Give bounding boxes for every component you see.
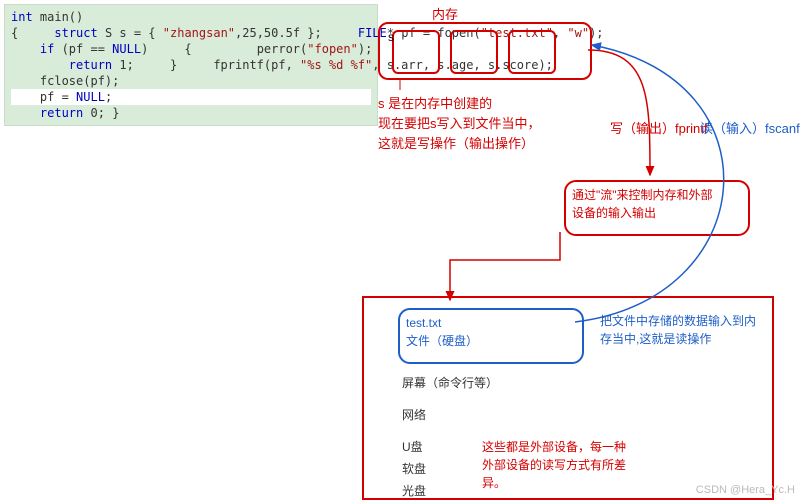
memory-slot xyxy=(392,30,440,74)
code-line-highlight: pf = NULL; xyxy=(11,89,371,105)
code-line: return 1; xyxy=(11,58,134,72)
memory-slot xyxy=(508,30,556,74)
memory-slot xyxy=(450,30,498,74)
ext-device-cd: 光盘 xyxy=(402,482,426,499)
code-line: if (pf == NULL) xyxy=(11,42,148,56)
annotation-write: s 是在内存中创建的 现在要把s写入到文件当中， 这就是写操作（输出操作） xyxy=(378,94,568,154)
ext-devices-note: 这些都是外部设备，每一种 外部设备的读写方式有所差 异。 xyxy=(482,438,682,492)
code-line: } xyxy=(141,58,177,72)
code-line: int main() xyxy=(11,10,83,24)
memory-title: 内存 xyxy=(432,4,458,23)
code-line: { xyxy=(156,42,192,56)
ext-device-udisk: U盘 xyxy=(402,438,423,455)
annotation-line: 把文件中存储的数据输入到内 xyxy=(600,312,780,330)
annotation-read: 把文件中存储的数据输入到内 存当中,这就是读操作 xyxy=(600,312,780,348)
annotation-line: 现在要把s写入到文件当中， xyxy=(378,114,568,134)
fprintf-label: 写（输出）fprintf xyxy=(610,118,708,137)
note-line: 异。 xyxy=(482,474,682,492)
watermark: CSDN @Hera_Yc.H xyxy=(696,484,795,496)
file-device: 文件（硬盘） xyxy=(406,332,576,350)
note-line: 这些都是外部设备，每一种 xyxy=(482,438,682,456)
annotation-line: s 是在内存中创建的 xyxy=(378,94,568,114)
code-line: } xyxy=(112,106,119,120)
code-line: perror("fopen"); xyxy=(199,42,372,56)
variable-s-label: s xyxy=(388,30,394,44)
code-block: int main() { struct S s = { "zhangsan",2… xyxy=(4,4,378,126)
code-line: { xyxy=(11,26,18,40)
annotation-line: 存当中,这就是读操作 xyxy=(600,330,780,348)
code-line: fclose(pf); xyxy=(11,74,119,88)
ext-device-floppy: 软盘 xyxy=(402,460,426,477)
code-line: struct S s = { "zhangsan",25,50.5f }; xyxy=(25,26,321,40)
ext-device-network: 网络 xyxy=(402,406,426,423)
file-name: test.txt xyxy=(406,314,576,332)
file-box: test.txt 文件（硬盘） xyxy=(398,308,584,364)
stream-box: 通过"流"来控制内存和外部 设备的输入输出 xyxy=(564,180,750,236)
stream-line: 设备的输入输出 xyxy=(572,204,742,222)
code-line: return 0; xyxy=(11,106,105,120)
note-line: 外部设备的读写方式有所差 xyxy=(482,456,682,474)
annotation-line: 这就是写操作（输出操作） xyxy=(378,134,568,154)
fscanf-label: 读（输入）fscanf xyxy=(700,118,800,137)
ext-device-screen: 屏幕（命令行等） xyxy=(402,374,498,391)
memory-box xyxy=(378,22,592,80)
stream-line: 通过"流"来控制内存和外部 xyxy=(572,186,742,204)
